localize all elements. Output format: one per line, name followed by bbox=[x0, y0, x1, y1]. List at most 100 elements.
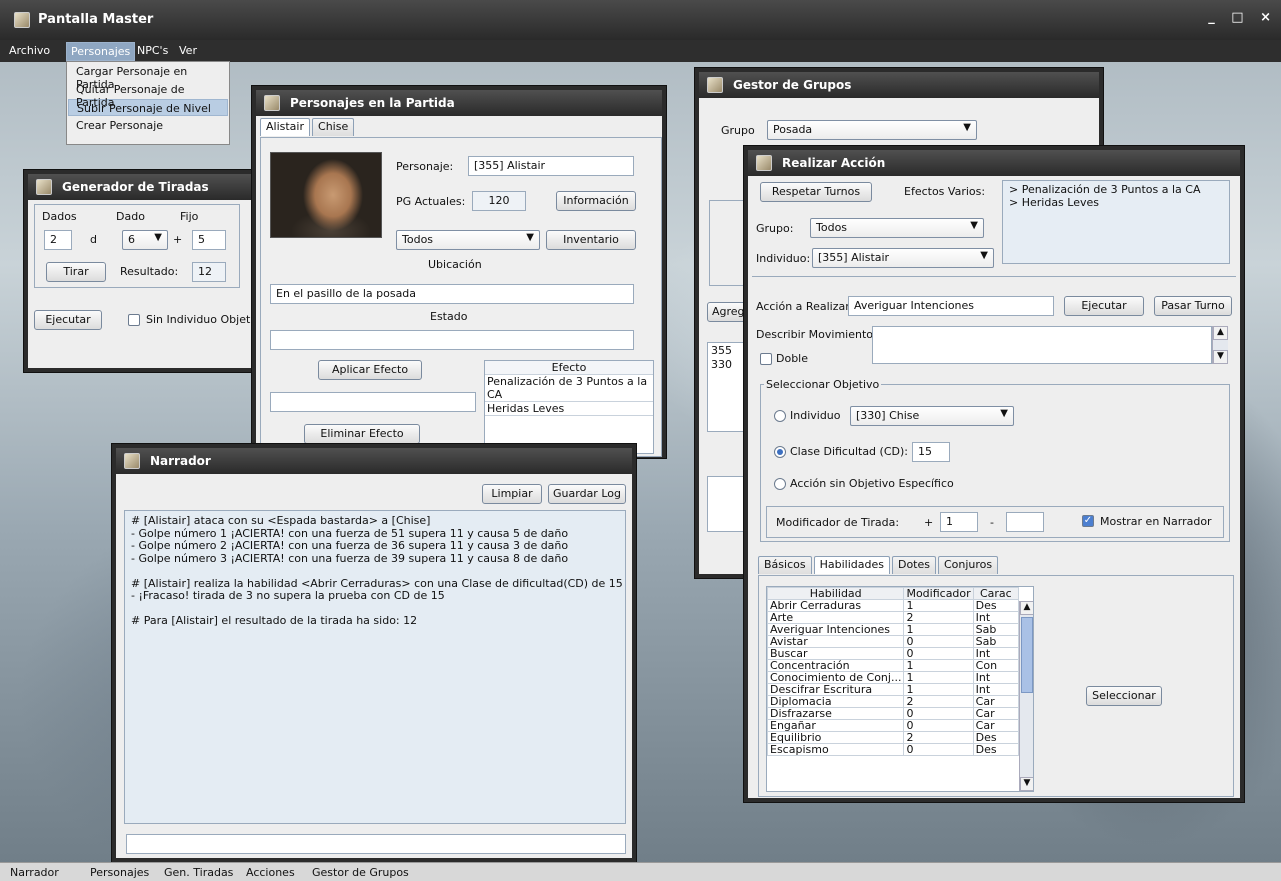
scroll-thumb[interactable] bbox=[1021, 617, 1033, 693]
table-cell: Abrir Cerraduras bbox=[767, 599, 905, 612]
doble-checkbox[interactable] bbox=[760, 353, 772, 365]
menu-item-quitar-personaje[interactable]: Quitar Personaje de Partida bbox=[68, 81, 228, 109]
list-item[interactable]: Penalización de 3 Puntos a la CA bbox=[485, 375, 653, 402]
sin-individuo-checkbox[interactable] bbox=[128, 314, 140, 326]
table-row[interactable]: Concentración 1 Con bbox=[767, 659, 1020, 672]
taskbar-acciones[interactable]: Acciones bbox=[246, 866, 295, 879]
ejecutar-button[interactable]: Ejecutar bbox=[34, 310, 102, 330]
objetivo-select-value: [330] Chise bbox=[856, 409, 920, 422]
cd-radio[interactable] bbox=[774, 446, 786, 458]
narrador-input[interactable] bbox=[126, 834, 626, 854]
dados-input[interactable]: 2 bbox=[44, 230, 72, 250]
table-scrollbar[interactable]: ▲ ▼ bbox=[1019, 601, 1033, 791]
objetivo-select[interactable]: [330] Chise ▼ bbox=[850, 406, 1014, 426]
fijo-input[interactable]: 5 bbox=[192, 230, 226, 250]
menu-personajes[interactable]: Personajes bbox=[66, 42, 136, 61]
describir-scrollbar[interactable]: ▲ ▼ bbox=[1212, 326, 1228, 364]
table-row[interactable]: Buscar 0 Int bbox=[767, 647, 1020, 660]
grupo-select[interactable]: Todos ▼ bbox=[810, 218, 984, 238]
individuo-radio[interactable] bbox=[774, 410, 786, 422]
seleccionar-objetivo-label: Seleccionar Objetivo bbox=[764, 378, 882, 391]
grupo-select[interactable]: Posada ▼ bbox=[767, 120, 977, 140]
estado-field[interactable] bbox=[270, 330, 634, 350]
table-cell: Int bbox=[972, 611, 1020, 624]
limpiar-button[interactable]: Limpiar bbox=[482, 484, 542, 504]
generador-titlebar[interactable]: Generador de Tiradas bbox=[28, 174, 260, 200]
taskbar-narrador[interactable]: Narrador bbox=[10, 866, 59, 879]
todos-select[interactable]: Todos ▼ bbox=[396, 230, 540, 250]
guardar-log-button[interactable]: Guardar Log bbox=[548, 484, 626, 504]
tab-chise[interactable]: Chise bbox=[312, 118, 355, 136]
menu-ver[interactable]: Ver bbox=[176, 44, 200, 57]
narrador-titlebar[interactable]: Narrador bbox=[116, 448, 632, 474]
respetar-turnos-button[interactable]: Respetar Turnos bbox=[760, 182, 872, 202]
ejecutar-button[interactable]: Ejecutar bbox=[1064, 296, 1144, 316]
individuo-select[interactable]: [355] Alistair ▼ bbox=[812, 248, 994, 268]
menu-item-cargar-personaje[interactable]: Cargar Personaje en Partida bbox=[68, 63, 228, 91]
dado-select[interactable]: 6 ▼ bbox=[122, 230, 168, 250]
window-title: Realizar Acción bbox=[782, 156, 886, 170]
informacion-button[interactable]: Información bbox=[556, 191, 636, 211]
table-cell: 1 bbox=[903, 599, 974, 612]
dados-label: Dados bbox=[42, 210, 77, 223]
scroll-down-icon[interactable]: ▼ bbox=[1213, 350, 1228, 364]
cd-input[interactable]: 15 bbox=[912, 442, 950, 462]
seleccionar-button[interactable]: Seleccionar bbox=[1086, 686, 1162, 706]
table-row[interactable]: Engañar 0 Car bbox=[767, 719, 1020, 732]
mostrar-narrador-checkbox[interactable]: ✓ bbox=[1082, 515, 1094, 527]
table-row[interactable]: Avistar 0 Sab bbox=[767, 635, 1020, 648]
tab-habilidades[interactable]: Habilidades bbox=[813, 556, 890, 574]
menu-item-crear-personaje[interactable]: Crear Personaje bbox=[68, 117, 228, 134]
pasar-turno-button[interactable]: Pasar Turno bbox=[1154, 296, 1232, 316]
taskbar-gestor-grupos[interactable]: Gestor de Grupos bbox=[312, 866, 409, 879]
table-row[interactable]: Disfrazarse 0 Car bbox=[767, 707, 1020, 720]
tab-alistair[interactable]: Alistair bbox=[260, 118, 311, 136]
table-cell: Concentración bbox=[767, 659, 905, 672]
taskbar-personajes[interactable]: Personajes bbox=[90, 866, 149, 879]
table-row[interactable]: Diplomacia 2 Car bbox=[767, 695, 1020, 708]
modificador-minus-input[interactable] bbox=[1006, 512, 1044, 532]
col-header[interactable]: Habilidad bbox=[767, 587, 905, 600]
list-item[interactable]: Heridas Leves bbox=[485, 402, 653, 416]
sin-objetivo-radio[interactable] bbox=[774, 478, 786, 490]
efecto-header: Efecto bbox=[485, 361, 653, 375]
tab-dotes[interactable]: Dotes bbox=[891, 556, 936, 574]
table-row[interactable]: Equilibrio 2 Des bbox=[767, 731, 1020, 744]
describir-textarea[interactable] bbox=[872, 326, 1212, 364]
aplicar-efecto-button[interactable]: Aplicar Efecto bbox=[318, 360, 422, 380]
menu-archivo[interactable]: Archivo bbox=[6, 44, 53, 57]
table-row[interactable]: Descifrar Escritura 1 Int bbox=[767, 683, 1020, 696]
eliminar-efecto-button[interactable]: Eliminar Efecto bbox=[304, 424, 420, 444]
realizar-titlebar[interactable]: Realizar Acción bbox=[748, 150, 1240, 176]
tab-conjuros[interactable]: Conjuros bbox=[937, 556, 999, 574]
menu-npcs[interactable]: NPC's bbox=[134, 44, 171, 57]
app-title: Pantalla Master bbox=[38, 12, 154, 27]
personajes-titlebar[interactable]: Personajes en la Partida bbox=[256, 90, 662, 116]
table-row[interactable]: Abrir Cerraduras 1 Des bbox=[767, 599, 1020, 612]
estado-label: Estado bbox=[430, 310, 468, 323]
table-cell: Disfrazarse bbox=[767, 707, 905, 720]
taskbar-gen-tiradas[interactable]: Gen. Tiradas bbox=[164, 866, 233, 879]
scroll-up-icon[interactable]: ▲ bbox=[1213, 326, 1228, 340]
table-cell: Des bbox=[972, 731, 1020, 744]
window-controls[interactable]: _ □ × bbox=[1208, 10, 1277, 25]
inventario-button[interactable]: Inventario bbox=[546, 230, 636, 250]
accion-field[interactable]: Averiguar Intenciones bbox=[848, 296, 1054, 316]
scroll-up-icon[interactable]: ▲ bbox=[1020, 601, 1033, 615]
table-row[interactable]: Conocimiento de Conj... 1 Int bbox=[767, 671, 1020, 684]
tab-basicos[interactable]: Básicos bbox=[758, 556, 812, 574]
gestor-titlebar[interactable]: Gestor de Grupos bbox=[699, 72, 1099, 98]
scroll-down-icon[interactable]: ▼ bbox=[1020, 777, 1033, 791]
col-header[interactable]: Carac bbox=[972, 587, 1020, 600]
character-tabs: Alistair Chise bbox=[260, 118, 356, 136]
modificador-input[interactable]: 1 bbox=[940, 512, 978, 532]
col-header[interactable]: Modificador bbox=[903, 587, 974, 600]
tirar-button[interactable]: Tirar bbox=[46, 262, 106, 282]
table-row[interactable]: Escapismo 0 Des bbox=[767, 743, 1020, 756]
table-row[interactable]: Arte 2 Int bbox=[767, 611, 1020, 624]
menu-item-subir-nivel[interactable]: Subir Personaje de Nivel bbox=[68, 99, 228, 116]
ubicacion-field[interactable]: En el pasillo de la posada bbox=[270, 284, 634, 304]
sin-objetivo-label: Acción sin Objetivo Específico bbox=[790, 477, 954, 490]
efecto-input[interactable] bbox=[270, 392, 476, 412]
table-row[interactable]: Averiguar Intenciones 1 Sab bbox=[767, 623, 1020, 636]
